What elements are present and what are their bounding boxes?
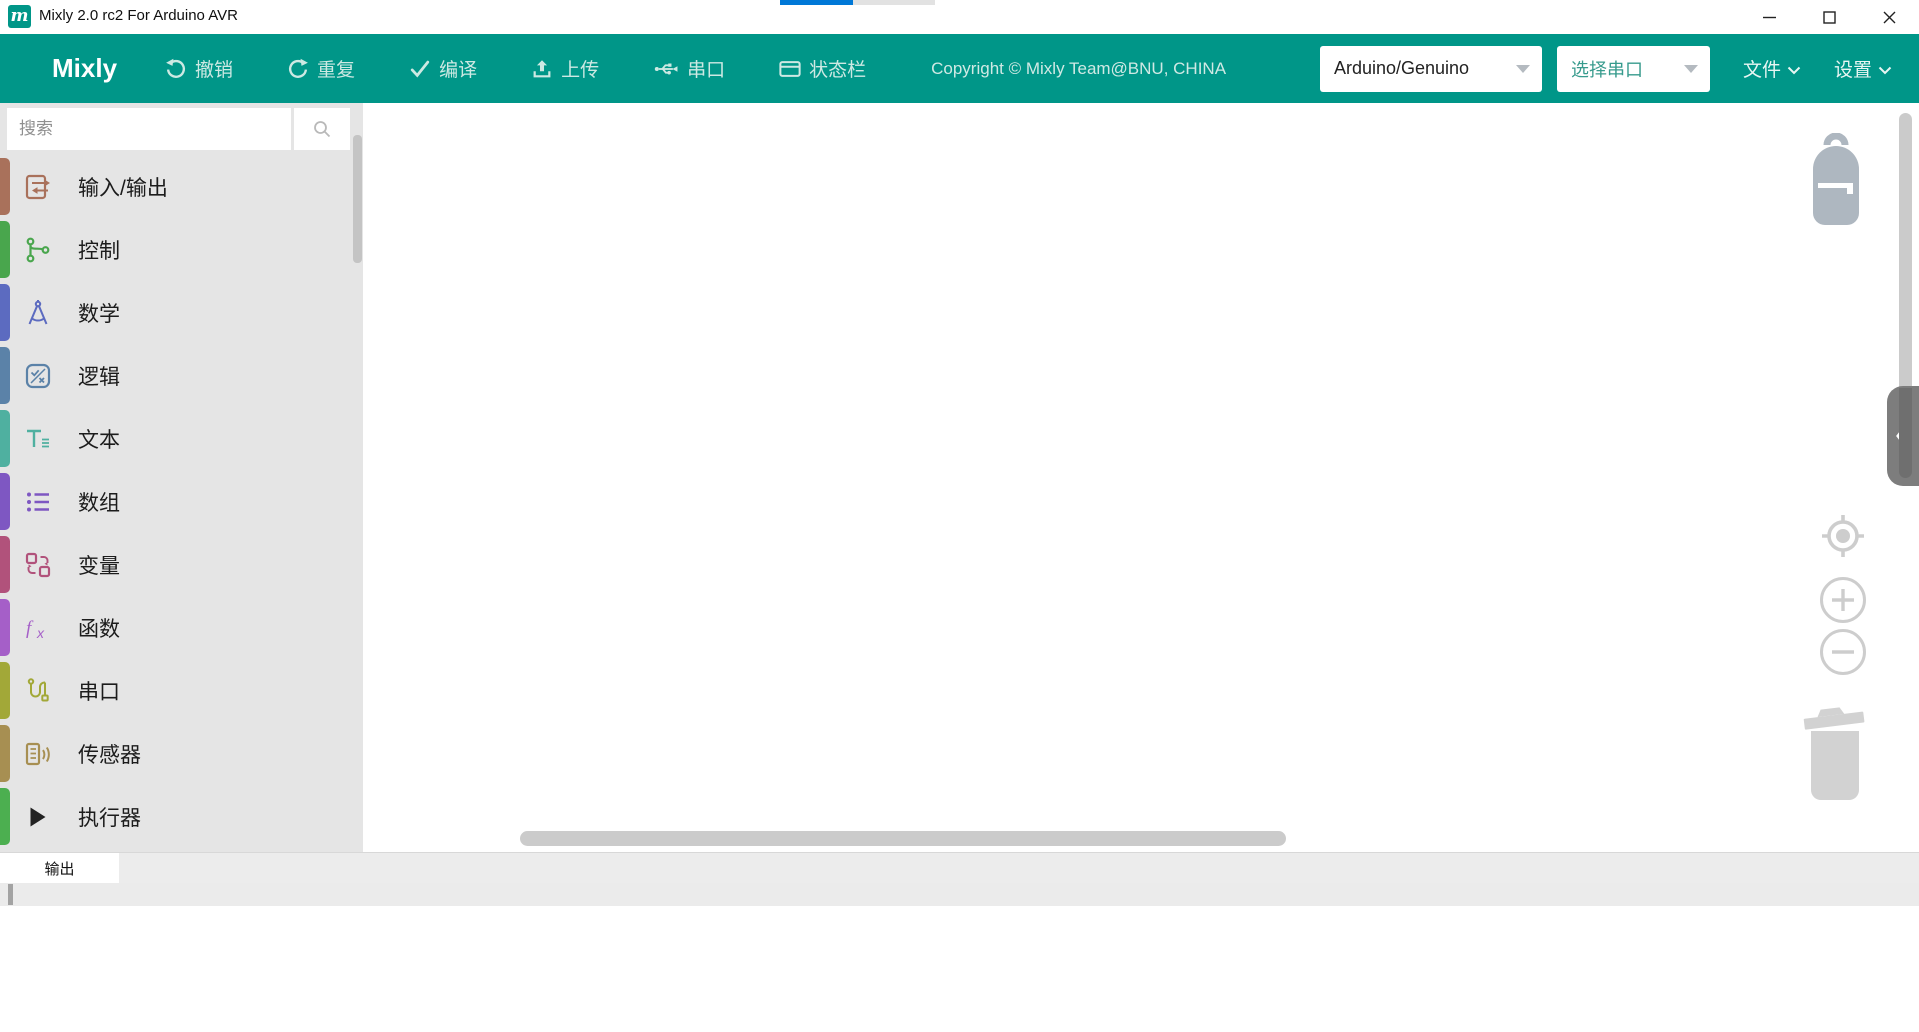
sidebar-category-control[interactable]: 控制 [0, 218, 363, 281]
zoom-in-icon [1819, 576, 1867, 624]
close-button[interactable] [1859, 0, 1919, 34]
array-list-icon [24, 488, 52, 516]
window-controls [1739, 0, 1919, 34]
progress-bar-fill [780, 0, 853, 5]
tab-output[interactable]: 输出 [0, 853, 119, 883]
toolbar-item-redo[interactable]: 重复 [287, 55, 355, 82]
variable-swap-icon [24, 551, 52, 579]
category-color-bar [0, 536, 10, 593]
board-select[interactable]: Arduino/Genuino [1320, 46, 1542, 92]
blocks-sidebar: 输入/输出 控制 数学 逻辑 文本 数组 变量 fx 函数 串口 传感器 [0, 103, 363, 852]
toolbar-item-statusbar[interactable]: 状态栏 [779, 55, 866, 82]
sidebar-category-sensor[interactable]: 传感器 [0, 722, 363, 785]
minimize-icon [1763, 11, 1776, 24]
category-color-bar [0, 725, 10, 782]
output-console[interactable] [0, 906, 1919, 1032]
serial-cable-icon [24, 677, 52, 705]
caret-down-icon [1516, 65, 1530, 73]
category-color-bar [0, 662, 10, 719]
brand-title: Mixly [52, 53, 117, 84]
caret-down-icon [1684, 65, 1698, 73]
function-fx-icon: fx [24, 614, 52, 642]
sidebar-category-logic[interactable]: 逻辑 [0, 344, 363, 407]
toolbar-item-serial-monitor[interactable]: 串口 [653, 55, 725, 82]
compile-check-icon [409, 58, 431, 80]
menu-file[interactable]: 文件 [1743, 55, 1801, 82]
trash-icon[interactable] [1799, 704, 1871, 807]
board-select-value: Arduino/Genuino [1334, 58, 1469, 79]
progress-bar [780, 0, 935, 5]
maximize-icon [1823, 11, 1836, 24]
compass-math-icon [24, 299, 52, 327]
console-scrollbar-thumb[interactable] [8, 884, 13, 905]
copyright-text: Copyright © Mixly Team@BNU, CHINA [931, 59, 1226, 79]
category-color-bar [0, 788, 10, 845]
main-toolbar: Mixly 撤销 重复 编译 上传 串口 状态栏 Copyright © Mix… [0, 34, 1919, 103]
sidebar-category-array[interactable]: 数组 [0, 470, 363, 533]
mixly-app-window: m Mixly 2.0 rc2 For Arduino AVR Mixly 撤销… [0, 0, 1919, 1032]
sidebar-category-variable[interactable]: 变量 [0, 533, 363, 596]
toolbar-right-group: Arduino/Genuino 选择串口 文件 设置 [1320, 46, 1892, 92]
toolbar-item-undo[interactable]: 撤销 [165, 55, 233, 82]
category-color-bar [0, 473, 10, 530]
window-title: Mixly 2.0 rc2 For Arduino AVR [39, 7, 238, 24]
sidebar-category-io[interactable]: 输入/输出 [0, 155, 363, 218]
io-icon [24, 173, 52, 201]
upload-icon [531, 58, 553, 80]
chevron-down-icon [1878, 66, 1892, 75]
logic-check-icon [24, 362, 52, 390]
zoom-reset-icon [1821, 514, 1865, 558]
svg-text:f: f [26, 618, 34, 639]
close-icon [1883, 11, 1896, 24]
minimize-button[interactable] [1739, 0, 1799, 34]
maximize-button[interactable] [1799, 0, 1859, 34]
sensor-wave-icon [24, 740, 52, 768]
menu-settings[interactable]: 设置 [1834, 55, 1892, 82]
category-color-bar [0, 599, 10, 656]
zoom-out-button[interactable] [1819, 628, 1867, 681]
mixly-logo-icon: m [8, 5, 31, 28]
sidebar-category-text[interactable]: 文本 [0, 407, 363, 470]
sidebar-category-actuator[interactable]: 执行器 [0, 785, 363, 848]
console-scroll-strip [0, 883, 1919, 906]
category-color-bar [0, 158, 10, 215]
output-tabbar: 输出 [0, 853, 1919, 883]
sidebar-category-math[interactable]: 数学 [0, 281, 363, 344]
search-button[interactable] [294, 108, 350, 150]
titlebar: m Mixly 2.0 rc2 For Arduino AVR [0, 0, 1919, 34]
search-row [7, 108, 350, 150]
category-color-bar [0, 410, 10, 467]
search-icon [312, 119, 332, 139]
toolbar-actions: 撤销 重复 编译 上传 串口 状态栏 [165, 55, 866, 82]
category-color-bar [0, 221, 10, 278]
blockly-workspace[interactable] [363, 103, 1919, 852]
sidebar-category-serial[interactable]: 串口 [0, 659, 363, 722]
chevron-down-icon [1787, 66, 1801, 75]
redo-icon [287, 58, 309, 80]
backpack-icon[interactable] [1803, 133, 1869, 232]
canvas-vertical-scrollbar-thumb[interactable] [1899, 388, 1912, 478]
statusbar-icon [779, 58, 801, 80]
zoom-out-icon [1819, 628, 1867, 676]
usb-serial-icon [653, 58, 679, 80]
category-color-bar [0, 284, 10, 341]
port-select[interactable]: 选择串口 [1557, 46, 1710, 92]
category-list: 输入/输出 控制 数学 逻辑 文本 数组 变量 fx 函数 串口 传感器 [0, 155, 363, 848]
svg-text:x: x [36, 625, 45, 641]
port-select-value: 选择串口 [1571, 56, 1643, 82]
undo-icon [165, 58, 187, 80]
sidebar-scrollbar[interactable] [353, 135, 362, 263]
sidebar-category-function[interactable]: fx 函数 [0, 596, 363, 659]
text-t-icon [24, 425, 52, 453]
control-flow-icon [24, 236, 52, 264]
output-panel: 输出 [0, 852, 1919, 1032]
zoom-reset-button[interactable] [1821, 514, 1865, 563]
play-triangle-icon [24, 803, 52, 831]
toolbar-item-upload[interactable]: 上传 [531, 55, 599, 82]
category-color-bar [0, 347, 10, 404]
canvas-horizontal-scrollbar[interactable] [520, 831, 1286, 846]
zoom-in-button[interactable] [1819, 576, 1867, 629]
toolbar-item-compile[interactable]: 编译 [409, 55, 477, 82]
search-input[interactable] [7, 108, 291, 150]
